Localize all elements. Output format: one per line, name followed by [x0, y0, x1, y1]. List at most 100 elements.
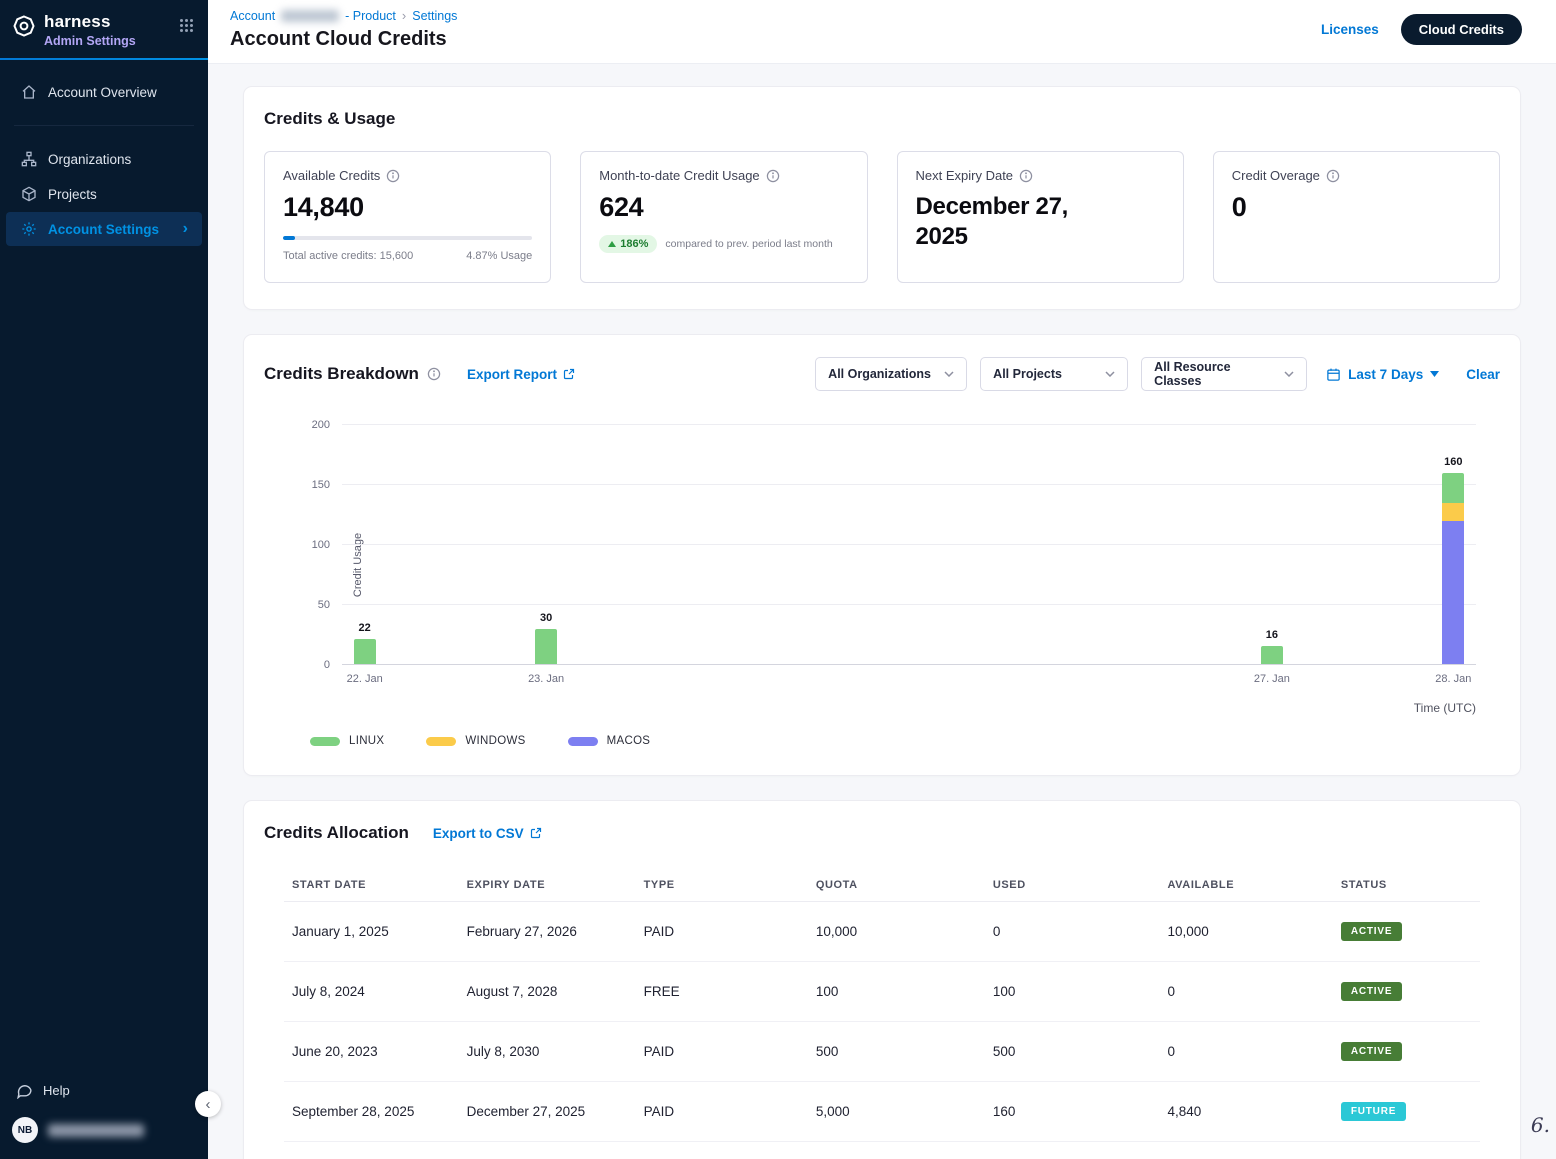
sidebar-collapse-button[interactable]: ‹	[195, 1091, 221, 1117]
breadcrumb-account-link[interactable]: Account	[230, 9, 275, 23]
used-cell: 160	[985, 1082, 1160, 1142]
clear-filters-link[interactable]: Clear	[1466, 367, 1500, 382]
sidebar-item-label: Projects	[48, 187, 97, 202]
external-link-icon	[563, 368, 575, 380]
start-date-cell: September 28, 2025	[284, 1082, 459, 1142]
page-title: Account Cloud Credits	[230, 28, 457, 51]
column-header: QUOTA	[808, 869, 985, 902]
info-icon[interactable]	[1019, 169, 1033, 183]
breadcrumb-settings-link[interactable]: Settings	[412, 9, 457, 23]
info-icon[interactable]	[427, 367, 441, 381]
sidebar-item-account-overview[interactable]: Account Overview	[6, 75, 202, 109]
chart-x-axis-title: Time (UTC)	[264, 701, 1476, 715]
column-header: STATUS	[1333, 869, 1480, 902]
credits-progress-fill	[283, 236, 295, 240]
available-credits-value: 14,840	[283, 192, 532, 223]
sidebar-item-organizations[interactable]: Organizations	[6, 142, 202, 176]
delta-note: compared to prev. period last month	[665, 238, 832, 250]
legend-item-linux[interactable]: LINUX	[310, 735, 384, 747]
quota-cell: 100	[808, 962, 985, 1022]
status-badge: ACTIVE	[1341, 982, 1402, 1001]
stat-label: Credit Overage	[1232, 168, 1320, 183]
type-cell: FREE	[636, 962, 808, 1022]
delta-value: 186%	[620, 238, 648, 250]
redacted-username	[48, 1124, 144, 1137]
resource-classes-filter-select[interactable]: All Resource Classes	[1141, 357, 1307, 391]
x-tick-label: 23. Jan	[528, 673, 564, 685]
projects-filter-select[interactable]: All Projects	[980, 357, 1128, 391]
bar-25-jan[interactable]	[898, 425, 920, 665]
delta-badge: 186%	[599, 235, 657, 253]
chevron-down-icon	[1105, 371, 1115, 377]
breadcrumb-product-link[interactable]: - Product	[345, 9, 396, 23]
sidebar: harness Admin Settings Account Overview …	[0, 0, 208, 1159]
bar-segment-windows	[1442, 503, 1464, 521]
bar-24-jan[interactable]	[717, 425, 739, 665]
sidebar-divider	[14, 125, 194, 126]
table-row: September 28, 2025 December 27, 2025 PAI…	[284, 1082, 1480, 1142]
licenses-link[interactable]: Licenses	[1321, 22, 1379, 37]
bar-26-jan[interactable]	[1079, 425, 1101, 665]
legend-label: LINUX	[349, 735, 384, 747]
used-cell: 100	[985, 962, 1160, 1022]
main-area: Account - Product › Settings Account Clo…	[208, 0, 1556, 1159]
projects-filter-value: All Projects	[993, 367, 1062, 381]
help-button[interactable]: Help	[0, 1072, 208, 1109]
credits-allocation-card: Credits Allocation Export to CSV START D…	[244, 801, 1520, 1159]
stat-label: Month-to-date Credit Usage	[599, 168, 759, 183]
chart-plot: Credit Usage 0501001502002222. Jan3023. …	[342, 425, 1476, 665]
sidebar-item-account-settings[interactable]: Account Settings ›	[6, 212, 202, 246]
chevron-down-icon	[1284, 371, 1294, 377]
available-cell: 0	[1159, 1022, 1332, 1082]
gear-icon	[20, 221, 37, 237]
credits-usage-title: Credits & Usage	[264, 109, 1500, 129]
stat-grid: Available Credits 14,840 Total active cr…	[264, 151, 1500, 283]
table-header-row: START DATE EXPIRY DATE TYPE QUOTA USED A…	[284, 869, 1480, 902]
app-switcher-icon[interactable]	[179, 18, 194, 33]
bar-segment-linux	[1261, 646, 1283, 665]
organizations-filter-select[interactable]: All Organizations	[815, 357, 967, 391]
x-tick-label: 27. Jan	[1254, 673, 1290, 685]
x-tick-label: 28. Jan	[1435, 673, 1471, 685]
info-icon[interactable]	[766, 169, 780, 183]
export-report-label: Export Report	[467, 367, 557, 382]
brand-text: harness Admin Settings	[44, 12, 179, 48]
resource-classes-filter-value: All Resource Classes	[1154, 360, 1274, 388]
legend-label: WINDOWS	[465, 735, 525, 747]
available-cell: 0	[1159, 962, 1332, 1022]
bar-23-jan[interactable]	[535, 425, 557, 665]
user-profile[interactable]: NB	[0, 1109, 208, 1149]
avatar[interactable]: NB	[12, 1117, 38, 1143]
bar-segment-linux	[354, 639, 376, 665]
info-icon[interactable]	[386, 169, 400, 183]
chevron-right-icon: ›	[183, 221, 188, 237]
export-report-link[interactable]: Export Report	[467, 367, 575, 382]
export-to-csv-link[interactable]: Export to CSV	[433, 826, 542, 841]
status-badge: FUTURE	[1341, 1102, 1406, 1121]
legend-swatch	[568, 737, 598, 746]
date-range-picker[interactable]: Last 7 Days	[1326, 367, 1439, 382]
quota-cell: 10,000	[808, 902, 985, 962]
brand-wordmark: harness	[44, 12, 179, 32]
sidebar-item-projects[interactable]: Projects	[6, 177, 202, 211]
sidebar-item-label: Account Overview	[48, 85, 157, 100]
caret-down-icon	[1430, 371, 1439, 377]
cloud-credits-button[interactable]: Cloud Credits	[1401, 14, 1522, 45]
handwriting-artifact: 6.	[1531, 1113, 1550, 1137]
start-date-cell: January 1, 2025	[284, 902, 459, 962]
stat-card-next-expiry: Next Expiry Date December 27, 2025	[897, 151, 1184, 283]
chat-icon	[16, 1082, 33, 1099]
cube-icon	[20, 186, 37, 202]
legend-item-macos[interactable]: MACOS	[568, 735, 651, 747]
home-icon	[20, 84, 37, 100]
calendar-icon	[1326, 367, 1341, 382]
info-icon[interactable]	[1326, 169, 1340, 183]
bar-segment-linux	[535, 629, 557, 665]
column-header: AVAILABLE	[1159, 869, 1332, 902]
credits-breakdown-chart: Credit Usage 0501001502002222. Jan3023. …	[264, 425, 1500, 747]
used-cell: 0	[985, 902, 1160, 962]
credits-progress-bar	[283, 236, 532, 240]
credit-overage-value: 0	[1232, 192, 1481, 223]
legend-item-windows[interactable]: WINDOWS	[426, 735, 525, 747]
y-tick-label: 100	[312, 539, 330, 551]
